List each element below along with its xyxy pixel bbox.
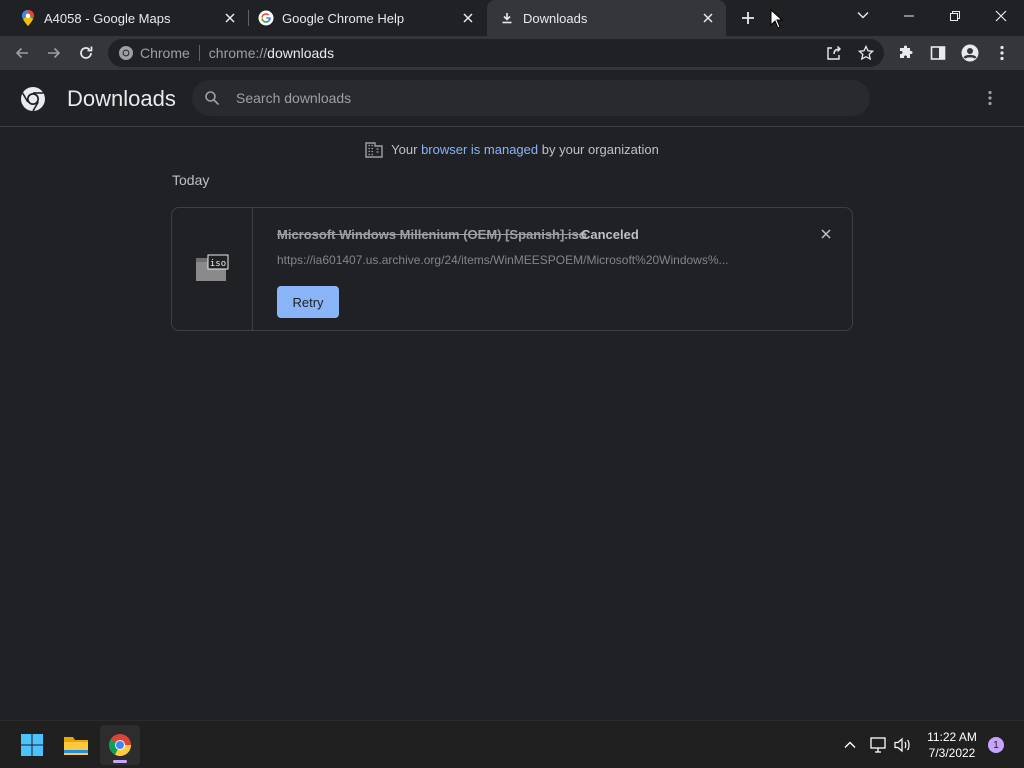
clock-time: 11:22 AM [927,730,977,744]
svg-text:iso: iso [210,259,226,269]
speaker-icon [894,737,910,753]
tray-overflow-button[interactable] [840,735,860,755]
file-icon-column: iso [172,208,253,330]
chrome-menu-button[interactable] [988,39,1016,67]
windows-taskbar: 11:22 AM 7/3/2022 1 [0,720,1024,768]
network-button[interactable] [868,735,888,755]
minimize-button[interactable] [886,0,932,32]
more-vert-icon [988,90,992,106]
window-controls [886,0,1024,32]
downloads-menu-button[interactable] [978,86,1002,110]
profile-icon [961,44,979,62]
extensions-button[interactable] [892,39,920,67]
restore-button[interactable] [932,0,978,32]
folder-icon [64,737,88,755]
restore-icon [950,11,960,21]
tab-chrome-help[interactable]: Google Chrome Help [248,0,486,36]
search-box[interactable] [192,80,870,116]
back-button[interactable] [8,39,36,67]
file-explorer-button[interactable] [56,725,96,765]
system-clock[interactable]: 11:22 AM 7/3/2022 [920,729,984,761]
url-scheme: chrome:// [208,45,268,61]
close-icon[interactable] [222,10,238,26]
managed-notice: Your browser is managed by your organiza… [0,138,1024,160]
chrome-logo-icon [119,46,133,60]
tab-strip: A4058 - Google Maps Google Chrome Help D… [0,0,1024,36]
download-icon [499,10,515,26]
chevron-down-icon [857,12,869,19]
tab-title: A4058 - Google Maps [44,10,171,26]
download-status: Canceled [581,227,639,242]
mouse-cursor-icon [770,9,784,29]
volume-button[interactable] [893,735,913,755]
profile-button[interactable] [956,39,984,67]
managed-link[interactable]: browser is managed [421,142,538,157]
share-icon [827,46,841,60]
notification-badge[interactable]: 1 [988,737,1004,753]
search-icon [205,91,220,106]
chrome-taskbar-button[interactable] [100,725,140,765]
chrome-logo-icon [109,734,131,757]
url-host: downloads [267,45,335,61]
page-title: Downloads [67,86,176,111]
close-icon [821,229,831,239]
download-filename[interactable]: Microsoft Windows Millenium (OEM) [Spani… [277,227,587,242]
chrome-logo-icon [21,87,45,112]
google-g-icon [258,10,274,26]
search-input[interactable] [236,90,836,106]
side-panel-button[interactable] [924,39,952,67]
date-section-header: Today [172,172,210,188]
close-icon[interactable] [700,10,716,26]
side-panel-icon [930,46,946,60]
arrow-left-icon [15,47,28,59]
site-chip[interactable]: Chrome [140,45,190,61]
arrow-right-icon [48,47,61,59]
windows-logo-icon [21,734,43,756]
puzzle-icon [900,45,913,58]
reload-button[interactable] [72,39,100,67]
reload-icon [80,46,93,59]
start-button[interactable] [12,725,52,765]
tab-title: Google Chrome Help [282,10,405,26]
star-icon [858,45,874,61]
more-vert-icon [1000,45,1004,61]
share-button[interactable] [824,43,844,63]
divider [198,45,200,61]
address-bar[interactable]: Chrome chrome://downloads [108,39,884,67]
remove-download-button[interactable] [816,224,836,244]
tab-google-maps[interactable]: A4058 - Google Maps [0,0,248,36]
browser-toolbar: Chrome chrome://downloads [0,36,1024,70]
download-url[interactable]: https://ia601407.us.archive.org/24/items… [277,253,772,267]
chevron-up-icon [844,741,856,748]
building-icon [365,142,383,158]
close-icon [995,10,1007,22]
new-tab-button[interactable] [736,6,760,30]
retry-button[interactable]: Retry [277,286,339,318]
clock-date: 7/3/2022 [928,746,976,760]
active-indicator [113,760,127,763]
iso-file-icon: iso [196,254,229,281]
tab-title: Downloads [523,10,588,26]
network-icon [870,737,886,753]
bookmark-button[interactable] [856,43,876,63]
managed-prefix: Your [391,141,418,157]
close-icon[interactable] [460,10,476,26]
minimize-icon [904,15,914,17]
download-item: iso Microsoft Windows Millenium (OEM) [S… [171,207,853,331]
plus-icon [742,12,754,24]
downloads-header: Downloads [0,70,1024,127]
maps-pin-icon [20,10,36,26]
close-window-button[interactable] [978,0,1024,32]
forward-button[interactable] [40,39,68,67]
tab-search-button[interactable] [851,4,875,26]
tab-downloads[interactable]: Downloads [487,0,726,36]
managed-suffix: by your organization [541,141,659,157]
